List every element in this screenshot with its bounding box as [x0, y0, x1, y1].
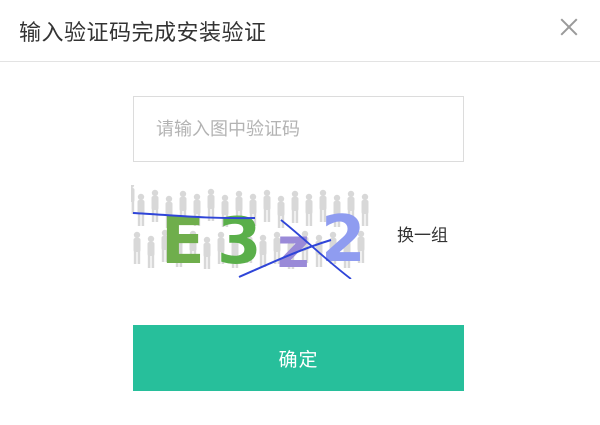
captcha-char-2: 3	[217, 205, 262, 279]
captcha-code-input[interactable]	[133, 96, 464, 162]
dialog-header: 输入验证码完成安装验证	[0, 0, 600, 62]
dialog-title: 输入验证码完成安装验证	[19, 21, 267, 46]
close-icon[interactable]	[556, 14, 582, 40]
install-verification-dialog: 输入验证码完成安装验证 请输入图中验证码 E 3 z 2 换一组 确定	[0, 0, 600, 425]
captcha-image[interactable]: E 3 z 2	[131, 185, 375, 279]
captcha-char-3: z	[277, 216, 310, 279]
confirm-button[interactable]: 确定	[133, 325, 464, 391]
refresh-captcha-link[interactable]: 换一组	[397, 221, 448, 246]
